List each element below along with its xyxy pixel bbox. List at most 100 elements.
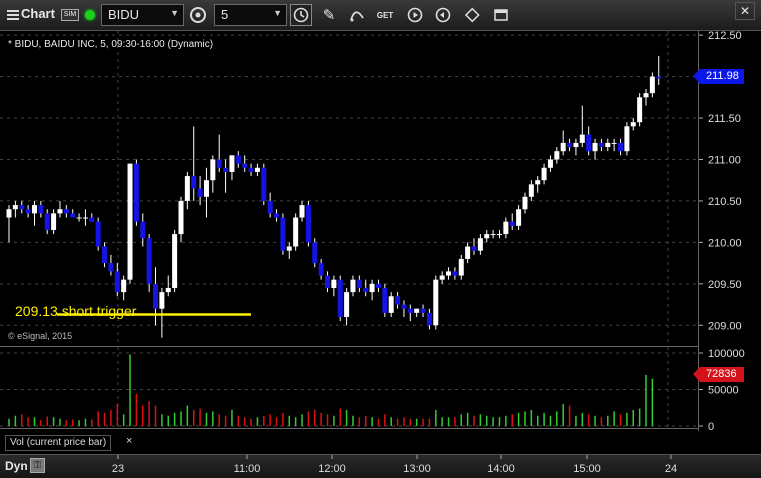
candle-body [331, 279, 337, 288]
candle-body [70, 213, 76, 218]
candle-body [586, 134, 592, 152]
candle-body [503, 221, 509, 235]
esignal-watermark: © eSignal, 2015 [8, 331, 73, 341]
candle-body [210, 159, 216, 181]
candle-body [350, 279, 356, 293]
price-axis-label: 212.50 [708, 31, 742, 42]
get-icon[interactable]: GET [374, 4, 396, 26]
candle-body [541, 167, 547, 181]
short-trigger-annotation[interactable]: 209.13 short trigger [15, 303, 136, 319]
candle-body [242, 163, 248, 168]
last-price-tag: 211.98 [693, 69, 744, 84]
candle-body [516, 209, 522, 226]
time-axis[interactable]: Dyn ⚿ 23 11:00 12:00 13:00 14:00 15:00 24 [0, 454, 761, 478]
pencil-icon[interactable]: ✎ [318, 4, 340, 26]
candle-body [305, 205, 311, 243]
candle-body [630, 122, 636, 127]
candle-body [254, 167, 260, 172]
clock-icon[interactable] [290, 4, 312, 26]
candle-body [592, 142, 598, 152]
menu-icon-glyph [7, 10, 19, 20]
candle-body [382, 287, 388, 313]
candle-body [203, 180, 209, 197]
candle-body [165, 287, 171, 293]
candle-body [465, 246, 471, 259]
candle-body [267, 200, 273, 214]
price-axis[interactable]: 212.50212.00211.50211.00210.50210.00209.… [693, 31, 761, 431]
candle-body [554, 151, 560, 160]
candle-body [76, 217, 82, 219]
candle-body [229, 155, 235, 172]
candle-body [6, 209, 12, 218]
candle-body [280, 217, 286, 251]
candle-body [51, 213, 57, 230]
interval-value: 5 [221, 7, 229, 22]
time-axis-label: 23 [112, 463, 124, 475]
candle-body [114, 271, 120, 293]
candle-body [318, 263, 324, 276]
candle-body [433, 279, 439, 326]
symbol-input[interactable]: BIDU ▼ [101, 4, 184, 26]
candle-body [102, 246, 108, 264]
play-icon[interactable] [404, 4, 426, 26]
candle-body [344, 292, 350, 317]
candle-body [38, 205, 44, 214]
volume-chart[interactable] [0, 347, 698, 428]
candle-body [490, 234, 496, 236]
window-title: Chart [21, 6, 55, 21]
price-axis-label: 209.00 [708, 320, 742, 332]
candle-body [312, 242, 318, 264]
candle-body [420, 308, 426, 313]
candle-body [484, 234, 490, 239]
price-axis-label: 209.50 [708, 279, 742, 291]
candle-body [31, 205, 37, 214]
chevron-down-icon[interactable]: ▼ [170, 8, 179, 18]
candle-body [573, 142, 579, 148]
interval-settings-icon[interactable] [187, 4, 209, 26]
candle-body [12, 205, 18, 210]
candle-body [44, 213, 50, 230]
candle-body [172, 234, 178, 288]
candle-body [197, 188, 203, 197]
price-pane[interactable]: * BIDU, BAIDU INC, 5, 09:30-16:00 (Dynam… [0, 31, 698, 346]
candle-body [95, 221, 101, 247]
toolbar: Chart SIM BIDU ▼ 5 ▼ ✎ GET ✕ [0, 0, 761, 31]
close-icon[interactable]: ✕ [735, 2, 755, 20]
candle-body [522, 196, 528, 210]
time-axis-label: 24 [665, 463, 677, 475]
style-icon[interactable] [462, 4, 484, 26]
candle-body [184, 176, 190, 201]
time-axis-label: 15:00 [573, 463, 601, 475]
window-icon[interactable] [490, 4, 512, 26]
candle-body [153, 283, 159, 309]
candle-body [560, 142, 566, 152]
candle-body [547, 159, 553, 168]
candle-body [496, 234, 502, 236]
candle-body [337, 279, 343, 317]
candle-body [567, 142, 573, 148]
candle-body [178, 200, 184, 235]
chevron-down-icon[interactable]: ▼ [273, 8, 282, 18]
price-axis-label: 211.50 [708, 113, 741, 125]
volume-pane[interactable]: Vol (current price bar) × [0, 347, 698, 451]
candle-body [223, 167, 229, 172]
last-volume-tag: 72836 [693, 367, 744, 382]
interval-input[interactable]: 5 ▼ [214, 4, 287, 26]
candle-body [598, 142, 604, 148]
replay-icon[interactable] [432, 4, 454, 26]
curve-icon[interactable] [346, 4, 368, 26]
close-study-icon[interactable]: × [126, 435, 132, 447]
candle-body [656, 76, 662, 79]
candle-body [509, 221, 515, 226]
price-axis-label: 210.00 [708, 237, 742, 249]
volume-study-label[interactable]: Vol (current price bar) [5, 435, 112, 451]
candle-body [146, 238, 152, 284]
candle-body [57, 209, 63, 214]
candle-body [274, 213, 280, 218]
candle-body [19, 205, 25, 210]
candle-body [299, 205, 305, 218]
candle-body [248, 167, 254, 172]
candle-body [535, 180, 541, 185]
price-chart[interactable] [0, 31, 698, 346]
candle-body [325, 275, 330, 288]
